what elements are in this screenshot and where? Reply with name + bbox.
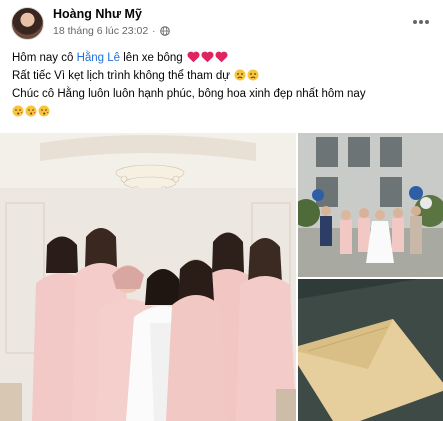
red-heart-icon <box>215 51 228 63</box>
post-line-2: Rất tiếc Vì kẹt lịch trình không thể tha… <box>12 67 437 85</box>
kiss-face-icon <box>25 105 37 117</box>
text-segment: Hôm nay cô <box>12 52 77 64</box>
facebook-post: Hoàng Như Mỹ 18 tháng 6 lúc 23:02 · Hôm … <box>0 0 443 421</box>
globe-icon[interactable] <box>159 26 170 36</box>
post-line-3: Chúc cô Hằng luôn luôn hạnh phúc, bông h… <box>12 85 437 103</box>
more-options-icon <box>412 19 430 25</box>
more-options-button[interactable] <box>409 10 433 34</box>
post-line-1: Hôm nay cô Hằng Lê lên xe bông <box>12 49 437 67</box>
kiss-face-icon <box>38 105 50 117</box>
mention-link[interactable]: Hằng Lê <box>77 52 120 64</box>
text-segment: lên xe bông <box>120 52 183 64</box>
post-text: Hôm nay cô Hằng Lê lên xe bông Rất tiếc … <box>12 49 437 121</box>
post-line-4 <box>12 103 437 121</box>
sad-face-icon <box>234 69 246 81</box>
text-segment: Chúc cô Hằng luôn luôn hạnh phúc, bông h… <box>12 88 366 100</box>
sad-face-icon <box>247 69 259 81</box>
text-segment: Rất tiếc Vì kẹt lịch trình không thể tha… <box>12 70 231 82</box>
red-heart-icon <box>201 51 214 63</box>
photo-grid <box>0 133 443 421</box>
wedding-party-outdoor-photo[interactable] <box>298 133 443 277</box>
kiss-face-icon <box>12 105 24 117</box>
timestamp[interactable]: 18 tháng 6 lúc 23:02 <box>53 25 148 37</box>
bridesmaids-group-photo[interactable] <box>0 133 296 421</box>
red-heart-icon <box>187 51 200 63</box>
avatar[interactable] <box>11 7 44 40</box>
post-meta: 18 tháng 6 lúc 23:02 · <box>53 25 170 37</box>
author-name[interactable]: Hoàng Như Mỹ <box>53 7 142 21</box>
separator-dot: · <box>152 25 156 37</box>
gift-envelope-photo[interactable] <box>298 279 443 421</box>
